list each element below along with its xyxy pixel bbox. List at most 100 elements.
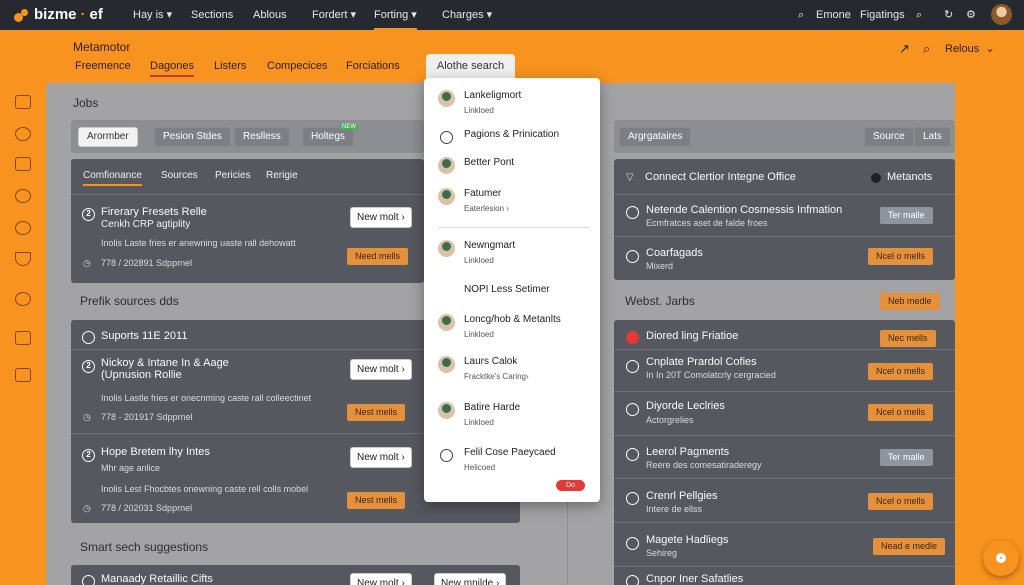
item-title[interactable]: Cnplate Prardol Cofies xyxy=(646,356,757,368)
chip-argrgataires[interactable]: Argrgataires xyxy=(619,127,692,147)
tab-pericies[interactable]: Pericies xyxy=(215,170,251,181)
ncel-mells-button[interactable]: Ncel o mells xyxy=(868,404,934,421)
tab-forciations[interactable]: Forciations xyxy=(346,60,400,72)
topright-label-2[interactable]: Figatings xyxy=(860,0,905,30)
item-title[interactable]: Leerol Pagments xyxy=(646,446,729,458)
tag-icon[interactable] xyxy=(15,221,31,235)
page-title: Metamotor xyxy=(73,40,131,54)
clock-icon: ◷ xyxy=(83,412,91,422)
item-subtitle: Mixerd xyxy=(646,261,674,271)
panel-header-right[interactable]: Metanots xyxy=(887,171,932,183)
brand-mark-icon xyxy=(14,8,30,22)
item-title[interactable]: Manaady Retaillic Cifts xyxy=(101,573,213,585)
tab-compecices[interactable]: Compecices xyxy=(267,60,328,72)
item-title[interactable]: Coarfagads xyxy=(646,247,703,259)
nav-item-fordert[interactable]: Fordert ▾ xyxy=(312,0,356,30)
new-molt-button[interactable]: New molt › xyxy=(350,207,412,228)
floating-action-button[interactable] xyxy=(983,540,1019,576)
dropdown-item-sub: Linkloed xyxy=(464,256,494,265)
refresh-icon[interactable]: ↻ xyxy=(944,0,953,30)
neb-medle-button[interactable]: Neb medle xyxy=(880,293,940,310)
item-title[interactable]: Hope Bretem lhy Intes xyxy=(101,446,210,458)
nest-mells-button[interactable]: Nest mells xyxy=(347,404,406,421)
nav-item-sections[interactable]: Sections xyxy=(191,0,233,30)
brand-logo[interactable]: bizme · ef xyxy=(14,6,103,23)
new-mnilde-button[interactable]: New mnilde › xyxy=(434,573,507,585)
header-search-icon[interactable]: ⌕ xyxy=(923,41,930,57)
chip-pesion-stdes[interactable]: Pesion Stdes xyxy=(154,127,231,147)
item-number: 2 xyxy=(82,208,95,221)
item-title[interactable]: Crenrl Pellgies xyxy=(646,490,718,502)
nav-item-forting[interactable]: Forting ▾ xyxy=(374,0,417,30)
ncel-mells-button[interactable]: Ncel o mells xyxy=(868,493,934,510)
chip-arormber[interactable]: Arormber xyxy=(78,127,138,147)
new-molt-button[interactable]: New molt › xyxy=(350,359,412,380)
person-avatar-icon xyxy=(438,188,455,205)
tab-listers[interactable]: Listers xyxy=(214,60,246,72)
section-smart-label: Smart sech suggestions xyxy=(80,540,209,554)
item-subtitle: Cenkh CRP agtiplity xyxy=(101,219,191,230)
tab-freemence[interactable]: Freemence xyxy=(75,60,131,72)
item-title[interactable]: Cnpor Iner Safatlies xyxy=(646,573,743,585)
search-icon[interactable]: ⌕ xyxy=(798,0,804,30)
search-icon-secondary[interactable]: ⌕ xyxy=(916,0,922,30)
ncel-mells-button[interactable]: Ncel o mells xyxy=(868,363,934,380)
item-title[interactable]: Firerary Fresets Relle xyxy=(101,206,207,218)
user-icon[interactable] xyxy=(15,127,31,141)
item-title[interactable]: Diyorde Leclries xyxy=(646,400,725,412)
nec-mells-button[interactable]: Nec mells xyxy=(880,330,936,347)
new-molt-button[interactable]: New molt › xyxy=(350,447,412,468)
user-avatar[interactable] xyxy=(991,4,1012,25)
nest-mells-button[interactable]: Nest mells xyxy=(347,492,406,509)
chip-lats[interactable]: Lats xyxy=(914,127,951,147)
item-title[interactable]: Magete Hadliegs xyxy=(646,534,729,546)
tab-rerigie[interactable]: Rerigie xyxy=(266,170,298,181)
chart-icon[interactable] xyxy=(15,331,31,345)
avatar-icon xyxy=(626,537,639,550)
need-mells-button[interactable]: Need mells xyxy=(347,248,409,265)
search-tab[interactable]: Alothe search xyxy=(426,54,515,78)
nav-label: Ablous xyxy=(253,9,287,21)
info-icon xyxy=(626,250,639,263)
expand-arrow-icon[interactable]: ↗ xyxy=(899,41,910,57)
clipboard-icon[interactable] xyxy=(15,368,31,382)
item-title[interactable]: Diored ling Friatioe xyxy=(646,330,738,342)
dropdown-pill[interactable]: Do xyxy=(556,480,585,491)
item-title[interactable]: Netende Calention Cosmessis Infmation xyxy=(646,204,842,216)
item-title[interactable]: Nickoy & Intane In & Aage xyxy=(101,357,229,369)
person-avatar-icon xyxy=(438,402,455,419)
chip-holtegs[interactable]: Holtegs xyxy=(302,127,354,147)
divider xyxy=(614,478,955,479)
ncel-mells-button[interactable]: Ncel o mells xyxy=(868,248,934,265)
settings-icon[interactable]: ⚙ xyxy=(966,0,976,30)
divider xyxy=(614,435,955,436)
document-icon[interactable] xyxy=(15,95,31,109)
dropdown-item-title: Lankeligmort xyxy=(464,90,522,101)
globe-icon[interactable] xyxy=(15,292,31,306)
ter-malle-button[interactable]: Ter malle xyxy=(880,207,933,224)
nead-medle-button[interactable]: Nead e medle xyxy=(873,538,946,555)
ter-malle-button[interactable]: Ter malle xyxy=(880,449,933,466)
dropdown-item-title: Fatumer xyxy=(464,188,502,199)
tab-dagones[interactable]: Dagones xyxy=(150,60,195,77)
new-molt-button[interactable]: New molt › xyxy=(350,573,412,585)
nav-item-hayis[interactable]: Hay is ▾ xyxy=(133,0,172,30)
item-subtitle: Reere des comesatiraderegy xyxy=(646,460,762,470)
tab-comfionance[interactable]: Comfionance xyxy=(83,170,142,186)
brand-suffix: ef xyxy=(89,6,103,23)
nav-item-ablous[interactable]: Ablous xyxy=(253,0,287,30)
eye-icon[interactable] xyxy=(15,189,31,203)
chip-reslless[interactable]: Reslless xyxy=(234,127,290,147)
topright-label-1[interactable]: Emone xyxy=(816,0,851,30)
person-avatar-icon xyxy=(438,157,455,174)
alert-icon xyxy=(626,331,639,344)
dot-icon xyxy=(871,173,881,183)
person-avatar-icon xyxy=(438,90,455,107)
relous-dropdown[interactable]: Relous ⌄ xyxy=(945,42,995,55)
nav-item-charges[interactable]: Charges ▾ xyxy=(442,0,492,30)
tab-sources[interactable]: Sources xyxy=(161,170,198,181)
list-icon[interactable] xyxy=(15,157,31,171)
info-icon xyxy=(626,360,639,373)
divider xyxy=(614,391,955,392)
chip-source[interactable]: Source xyxy=(864,127,914,147)
